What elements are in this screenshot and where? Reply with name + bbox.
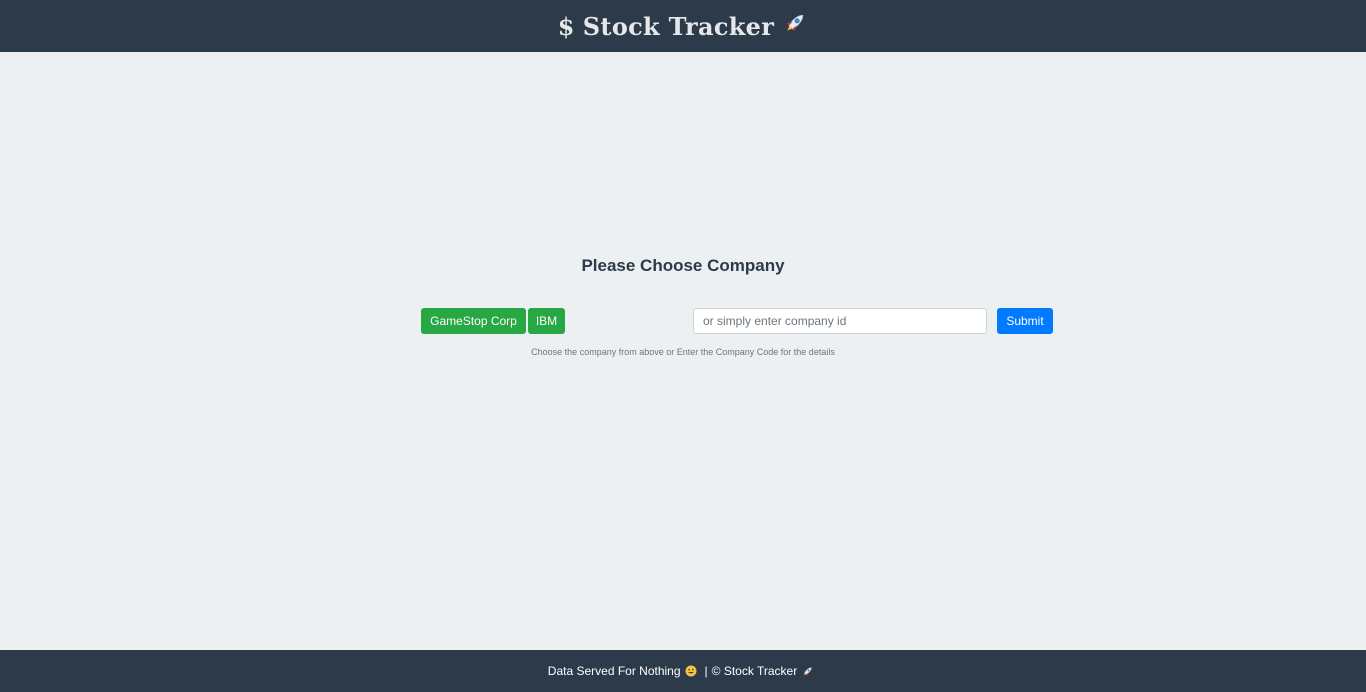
help-text: Choose the company from above or Enter t…: [531, 347, 835, 357]
company-button-ibm[interactable]: IBM: [528, 308, 565, 334]
footer-separator: |: [704, 664, 708, 678]
footer-text: Data Served For Nothing: [547, 664, 681, 678]
app-header: $ Stock Tracker: [0, 0, 1366, 52]
company-id-input[interactable]: [693, 308, 987, 334]
app-title-text: Stock Tracker: [582, 11, 775, 41]
dollar-sign: $: [557, 11, 575, 41]
app-footer: Data Served For Nothing | © Stock Tracke…: [0, 650, 1366, 692]
footer-copyright: © Stock Tracker: [711, 664, 798, 678]
rocket-icon: [782, 10, 808, 42]
grinning-face-icon: [685, 665, 697, 677]
rocket-icon: [801, 665, 814, 678]
company-button-gamestop[interactable]: GameStop Corp: [421, 308, 526, 334]
app-title: $ Stock Tracker: [558, 10, 808, 42]
main-content: Please Choose Company GameStop Corp IBM …: [0, 52, 1366, 650]
submit-button[interactable]: Submit: [997, 308, 1053, 334]
page-title: Please Choose Company: [581, 256, 785, 275]
